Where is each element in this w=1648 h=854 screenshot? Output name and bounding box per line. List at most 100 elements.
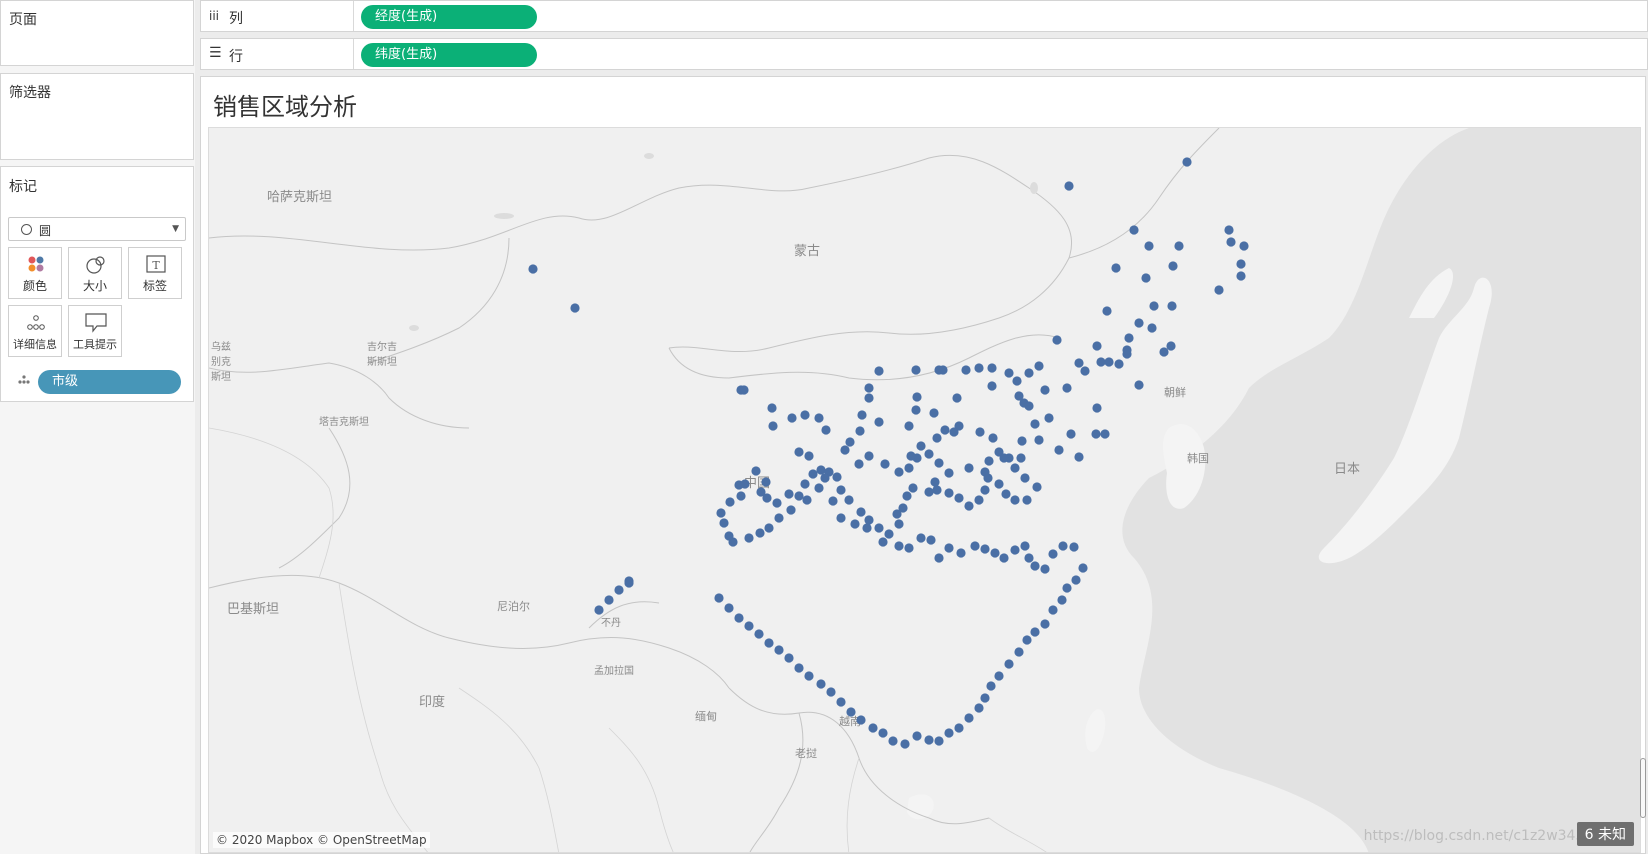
- city-mark[interactable]: [828, 496, 838, 506]
- city-mark[interactable]: [814, 413, 824, 423]
- city-mark[interactable]: [836, 485, 846, 495]
- city-level-pill[interactable]: 市级: [38, 370, 181, 394]
- city-mark[interactable]: [1069, 542, 1079, 552]
- city-mark[interactable]: [1062, 583, 1072, 593]
- city-mark[interactable]: [878, 728, 888, 738]
- city-mark[interactable]: [856, 507, 866, 517]
- city-mark[interactable]: [1144, 241, 1154, 251]
- city-mark[interactable]: [1044, 413, 1054, 423]
- city-mark[interactable]: [528, 264, 538, 274]
- city-mark[interactable]: [1016, 453, 1026, 463]
- city-mark[interactable]: [1111, 263, 1121, 273]
- city-mark[interactable]: [974, 703, 984, 713]
- city-mark[interactable]: [1100, 429, 1110, 439]
- city-mark[interactable]: [864, 515, 874, 525]
- city-mark[interactable]: [906, 451, 916, 461]
- city-mark[interactable]: [857, 410, 867, 420]
- city-mark[interactable]: [826, 687, 836, 697]
- city-mark[interactable]: [1224, 225, 1234, 235]
- city-mark[interactable]: [862, 523, 872, 533]
- city-mark[interactable]: [594, 605, 604, 615]
- city-mark[interactable]: [1104, 357, 1114, 367]
- city-mark[interactable]: [1040, 385, 1050, 395]
- city-mark[interactable]: [874, 366, 884, 376]
- city-mark[interactable]: [974, 495, 984, 505]
- city-mark[interactable]: [774, 513, 784, 523]
- city-mark[interactable]: [980, 485, 990, 495]
- city-mark[interactable]: [934, 736, 944, 746]
- city-mark[interactable]: [716, 508, 726, 518]
- city-mark[interactable]: [802, 495, 812, 505]
- city-mark[interactable]: [864, 393, 874, 403]
- city-mark[interactable]: [1022, 635, 1032, 645]
- city-mark[interactable]: [1092, 403, 1102, 413]
- city-mark[interactable]: [836, 513, 846, 523]
- city-mark[interactable]: [1236, 271, 1246, 281]
- city-mark[interactable]: [944, 488, 954, 498]
- city-mark[interactable]: [736, 491, 746, 501]
- city-mark[interactable]: [1062, 383, 1072, 393]
- city-mark[interactable]: [864, 451, 874, 461]
- city-mark[interactable]: [836, 697, 846, 707]
- city-mark[interactable]: [944, 728, 954, 738]
- city-mark[interactable]: [1149, 301, 1159, 311]
- map-attribution[interactable]: © 2020 Mapbox © OpenStreetMap: [213, 832, 430, 848]
- city-mark[interactable]: [930, 477, 940, 487]
- city-mark[interactable]: [874, 523, 884, 533]
- city-mark[interactable]: [975, 427, 985, 437]
- city-mark[interactable]: [816, 465, 826, 475]
- city-mark[interactable]: [764, 638, 774, 648]
- city-mark[interactable]: [984, 456, 994, 466]
- city-mark[interactable]: [800, 479, 810, 489]
- city-mark[interactable]: [1032, 482, 1042, 492]
- city-mark[interactable]: [1129, 225, 1139, 235]
- tooltip-tile[interactable]: 工具提示: [68, 305, 122, 357]
- scroll-handle[interactable]: [1640, 758, 1646, 818]
- city-mark[interactable]: [1024, 553, 1034, 563]
- city-mark[interactable]: [855, 426, 865, 436]
- city-mark[interactable]: [772, 498, 782, 508]
- latitude-pill[interactable]: 纬度(生成): [361, 43, 537, 67]
- city-mark[interactable]: [934, 458, 944, 468]
- city-mark[interactable]: [1020, 541, 1030, 551]
- mark-type-select[interactable]: 圆 ▼: [8, 217, 186, 241]
- map-canvas[interactable]: 哈萨克斯坦 蒙古 中国 日本 印度 巴基斯坦 朝鲜 韩国 尼泊尔 吉尔吉斯斯坦 …: [208, 127, 1641, 853]
- city-mark[interactable]: [999, 453, 1009, 463]
- city-mark[interactable]: [1071, 575, 1081, 585]
- city-mark[interactable]: [725, 497, 735, 507]
- city-mark[interactable]: [894, 467, 904, 477]
- city-mark[interactable]: [878, 537, 888, 547]
- city-mark[interactable]: [1040, 619, 1050, 629]
- city-mark[interactable]: [1020, 473, 1030, 483]
- city-mark[interactable]: [1004, 368, 1014, 378]
- city-mark[interactable]: [604, 595, 614, 605]
- city-mark[interactable]: [964, 501, 974, 511]
- detail-tile[interactable]: 详细信息: [8, 305, 62, 357]
- city-mark[interactable]: [874, 417, 884, 427]
- city-mark[interactable]: [1074, 358, 1084, 368]
- city-mark[interactable]: [1066, 429, 1076, 439]
- city-mark[interactable]: [1124, 333, 1134, 343]
- city-mark[interactable]: [570, 303, 580, 313]
- city-mark[interactable]: [768, 421, 778, 431]
- city-mark[interactable]: [908, 483, 918, 493]
- city-mark[interactable]: [821, 425, 831, 435]
- size-tile[interactable]: 大小: [68, 247, 122, 299]
- city-mark[interactable]: [884, 529, 894, 539]
- city-mark[interactable]: [767, 403, 777, 413]
- city-mark[interactable]: [761, 477, 771, 487]
- city-mark[interactable]: [1048, 605, 1058, 615]
- city-mark[interactable]: [762, 493, 772, 503]
- city-mark[interactable]: [924, 735, 934, 745]
- city-mark[interactable]: [944, 543, 954, 553]
- city-mark[interactable]: [1091, 429, 1101, 439]
- city-mark[interactable]: [739, 385, 749, 395]
- city-mark[interactable]: [990, 548, 1000, 558]
- city-mark[interactable]: [1004, 659, 1014, 669]
- city-mark[interactable]: [864, 383, 874, 393]
- city-mark[interactable]: [1024, 401, 1034, 411]
- city-mark[interactable]: [987, 363, 997, 373]
- city-mark[interactable]: [744, 621, 754, 631]
- city-mark[interactable]: [754, 629, 764, 639]
- city-mark[interactable]: [845, 437, 855, 447]
